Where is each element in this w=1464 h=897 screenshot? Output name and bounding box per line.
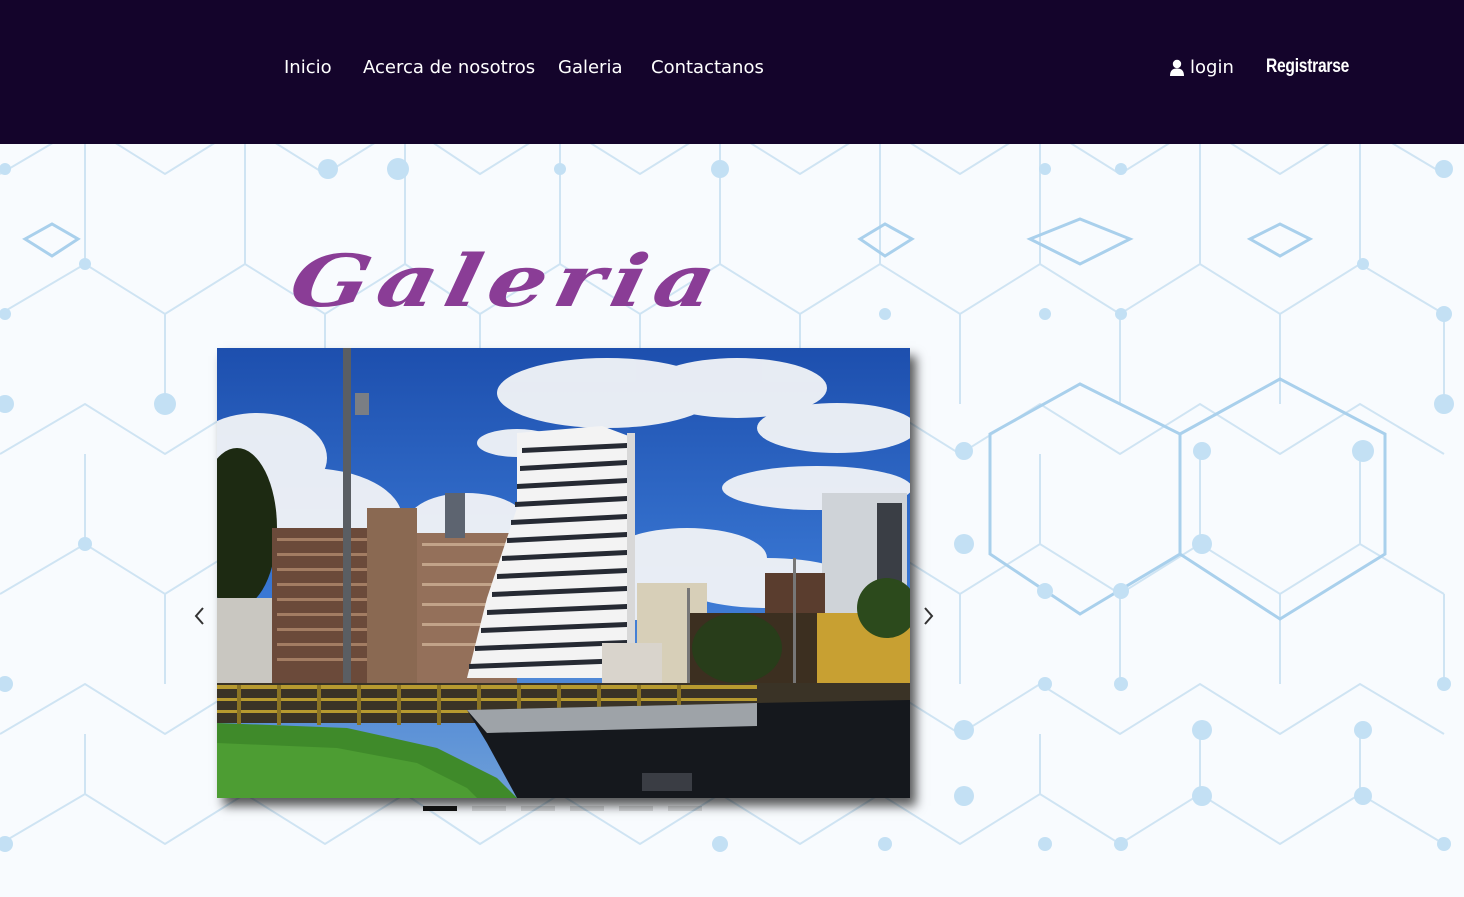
carousel-indicator[interactable] bbox=[619, 806, 653, 811]
carousel-prev-button[interactable] bbox=[190, 606, 210, 630]
carousel-indicator[interactable] bbox=[570, 806, 604, 811]
chevron-left-icon bbox=[194, 606, 206, 630]
carousel-indicators bbox=[423, 806, 702, 811]
login-label: login bbox=[1190, 57, 1234, 78]
carousel-next-button[interactable] bbox=[918, 606, 938, 630]
navbar: Inicio Acerca de nosotros Galeria Contac… bbox=[0, 0, 1464, 144]
carousel-slide[interactable] bbox=[217, 348, 910, 798]
nav-link-galeria[interactable]: Galeria bbox=[558, 57, 623, 78]
register-link[interactable]: Registrarse bbox=[1266, 56, 1349, 78]
nav-link-acerca[interactable]: Acerca de nosotros bbox=[363, 57, 535, 78]
login-link[interactable]: login bbox=[1169, 57, 1234, 78]
carousel-indicator[interactable] bbox=[423, 806, 457, 811]
chevron-right-icon bbox=[922, 606, 934, 630]
nav-link-contactanos[interactable]: Contactanos bbox=[651, 57, 764, 78]
carousel-indicator[interactable] bbox=[521, 806, 555, 811]
carousel-indicator[interactable] bbox=[668, 806, 702, 811]
carousel-indicator[interactable] bbox=[472, 806, 506, 811]
nav-link-inicio[interactable]: Inicio bbox=[284, 57, 332, 78]
user-icon bbox=[1169, 59, 1185, 76]
page-title: Galeria bbox=[283, 238, 732, 323]
city-photo bbox=[217, 348, 910, 798]
